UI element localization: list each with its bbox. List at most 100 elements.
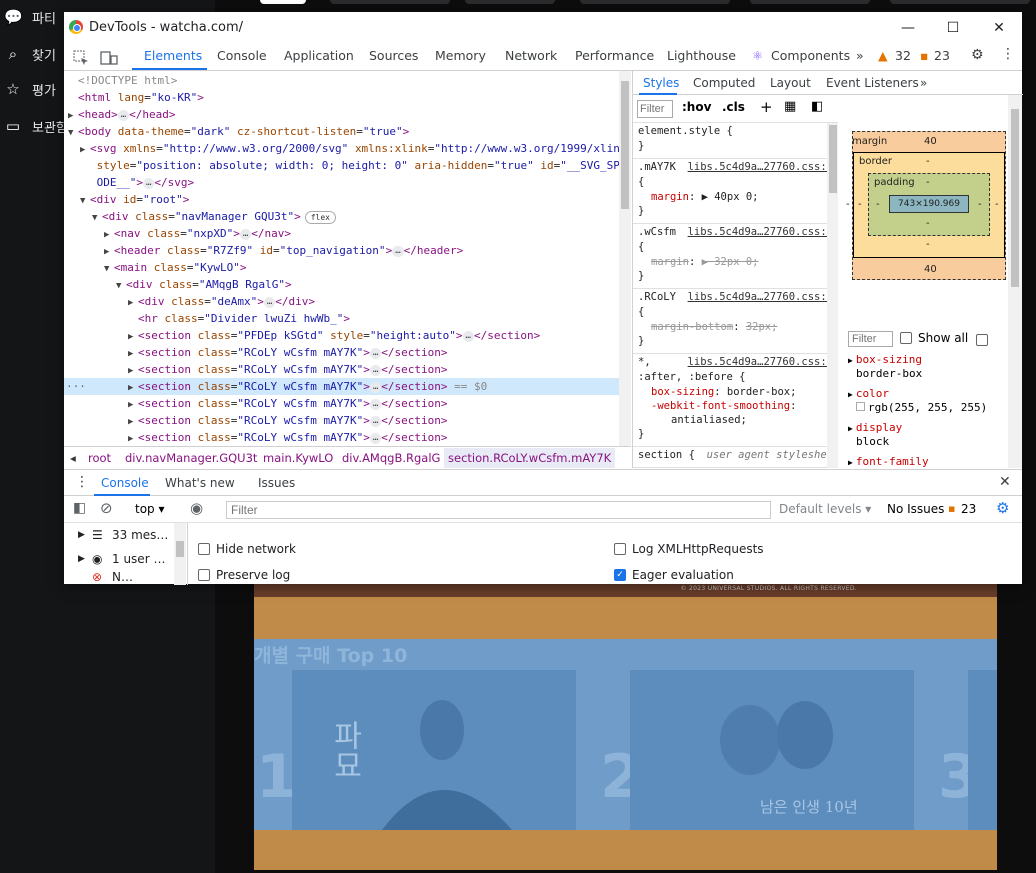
clear-console-icon[interactable]: ⊘ xyxy=(100,499,113,517)
tab-whats-new[interactable]: What's new xyxy=(165,476,235,490)
tab-performance[interactable]: Performance xyxy=(575,48,654,63)
close-drawer-icon[interactable]: ✕ xyxy=(999,474,1011,490)
css-declaration[interactable]: margin-bottom: 32px; xyxy=(651,321,777,333)
title-bar[interactable]: DevTools - watcha.com/ — ☐ ✕ xyxy=(64,12,1022,44)
device-toolbar-icon[interactable] xyxy=(100,50,118,66)
preserve-log-checkbox[interactable]: Preserve log xyxy=(198,568,290,582)
dom-node[interactable]: ▶ <nav class="nxpXD">… </nav> xyxy=(64,225,631,242)
style-rule[interactable]: .wCsfm libs.5c4d9a…27760.css:1 {margin: ▶ … xyxy=(633,226,827,289)
console-filter-input[interactable] xyxy=(226,501,771,519)
sidebar-messages[interactable]: ▶ ☰ 33 mes… xyxy=(78,523,168,547)
rule-selector[interactable]: *, xyxy=(638,356,651,368)
rule-source-link[interactable]: libs.5c4d9a…27760.css:1 xyxy=(688,226,827,238)
cls-button[interactable]: .cls xyxy=(722,100,745,114)
style-rule[interactable]: *, libs.5c4d9a…27760.css:1:after, :before… xyxy=(633,356,827,447)
rule-selector[interactable]: element.style { xyxy=(638,125,733,137)
rule-source-link[interactable]: user agent styleshee xyxy=(707,449,827,461)
margin-bottom-value[interactable]: 40 xyxy=(924,264,937,275)
border-right-value[interactable]: - xyxy=(995,199,999,210)
breadcrumb-item[interactable]: div.AMqgB.RgalG xyxy=(342,451,440,465)
sidebar-errors[interactable]: ⊗ N… xyxy=(78,569,133,585)
border-top-value[interactable]: - xyxy=(926,156,930,167)
sidebar-scrollbar[interactable] xyxy=(174,523,186,585)
tab-components[interactable]: Components xyxy=(771,48,850,63)
no-issues-label[interactable]: No Issues xyxy=(887,502,944,516)
more-options-icon[interactable]: ⋮ xyxy=(1001,46,1015,62)
dom-node[interactable]: ▶ <section class="RCoLY wCsfm mAY7K">… </s… xyxy=(64,344,631,361)
expand-toggle-icon[interactable]: ▶ xyxy=(128,431,138,446)
tab-application[interactable]: Application xyxy=(284,48,354,63)
group-checkbox[interactable] xyxy=(976,334,988,346)
dom-node[interactable]: <html lang="ko-KR"> xyxy=(64,89,631,106)
box-model-content[interactable]: 743×190.969 xyxy=(889,195,969,213)
no-issues-count[interactable]: 23 xyxy=(961,502,976,516)
sidebar-item-party[interactable]: 💬 파티 xyxy=(4,5,56,29)
sidebar-toggle-icon[interactable]: ◧ xyxy=(73,500,86,516)
inspect-element-icon[interactable] xyxy=(73,50,89,66)
margin-top-value[interactable]: 40 xyxy=(924,136,937,147)
computed-scrollbar[interactable] xyxy=(1008,95,1022,468)
tab-computed[interactable]: Computed xyxy=(693,76,755,90)
dom-node[interactable]: ▶ <section class="PFDEp kSGtd" style="hei… xyxy=(64,327,631,344)
breadcrumb-item[interactable]: main.KywLO xyxy=(263,451,333,465)
css-declaration[interactable]: antialiased; xyxy=(671,414,747,426)
tab-styles[interactable]: Styles xyxy=(643,76,679,90)
breadcrumb-scroll-left-icon[interactable]: ◂ xyxy=(70,451,76,465)
warnings-count[interactable]: 32 xyxy=(895,48,911,63)
style-rule[interactable]: section {user agent styleshee xyxy=(633,449,827,468)
dom-node[interactable]: ▶ <section class="RCoLY wCsfm mAY7K">… </s… xyxy=(64,429,631,446)
sidebar-item-rate[interactable]: ☆ 평가 xyxy=(4,77,56,101)
dom-node[interactable]: ▶ <section class="RCoLY wCsfm mAY7K">… </s… xyxy=(64,395,631,412)
dom-node[interactable]: ▼ <div class="AMqgB RgalG"> xyxy=(64,276,631,293)
padding-bottom-value[interactable]: - xyxy=(926,218,930,229)
computed-property-name[interactable]: ▶ color xyxy=(848,387,889,400)
sidebar-user-messages[interactable]: ▶ ◉ 1 user … xyxy=(78,547,165,571)
show-all-checkbox[interactable]: Show all xyxy=(900,331,968,345)
poster-card[interactable] xyxy=(968,670,997,830)
elements-scrollbar[interactable] xyxy=(619,71,631,446)
tab-memory[interactable]: Memory xyxy=(435,48,486,63)
border-left-value[interactable]: - xyxy=(858,199,862,210)
dom-node[interactable]: <hr class="Divider lwuZi hwWb_"> xyxy=(64,310,631,327)
breadcrumb-item-active[interactable]: section.RCoLY.wCsfm.mAY7K xyxy=(444,448,616,468)
drawer-menu-icon[interactable]: ⋮ xyxy=(75,474,89,490)
rule-source-link[interactable]: libs.5c4d9a…27760.css:1 xyxy=(688,356,827,368)
padding-top-value[interactable]: - xyxy=(926,177,930,188)
breadcrumb-item[interactable]: div.navManager.GQU3t xyxy=(125,451,257,465)
dom-node[interactable]: ▼ <body data-theme="dark" cz-shortcut-lis… xyxy=(64,123,631,140)
computed-property-name[interactable]: ▶ font-family xyxy=(848,455,929,468)
tab-layout[interactable]: Layout xyxy=(770,76,811,90)
maximize-button[interactable]: ☐ xyxy=(941,18,965,38)
poster-card[interactable]: 파묘 xyxy=(292,670,576,830)
css-declaration[interactable]: margin: ▶ 40px 0; xyxy=(651,191,759,203)
toggle-sidebar-icon[interactable]: ◧ xyxy=(811,99,823,114)
breadcrumb-item[interactable]: root xyxy=(88,451,111,465)
dom-node[interactable]: ▶ <section class="RCoLY wCsfm mAY7K">… </s… xyxy=(64,361,631,378)
tab-lighthouse[interactable]: Lighthouse xyxy=(667,48,736,63)
tab-event-listeners[interactable]: Event Listeners xyxy=(826,76,919,90)
settings-gear-icon[interactable]: ⚙ xyxy=(971,47,984,63)
issues-count[interactable]: 23 xyxy=(934,48,950,63)
dom-node-selected[interactable]: ··· ▶ <section class="RCoLY wCsfm mAY7K">…… xyxy=(64,378,631,395)
hov-button[interactable]: :hov xyxy=(682,100,711,114)
tab-issues[interactable]: Issues xyxy=(258,476,295,490)
style-rule[interactable]: .mAY7K libs.5c4d9a…27760.css:1 {margin: ▶ … xyxy=(633,161,827,224)
computed-property-name[interactable]: ▶ display xyxy=(848,421,902,434)
more-style-tabs-button[interactable]: » xyxy=(920,76,927,90)
more-tabs-button[interactable]: » xyxy=(856,48,864,63)
style-rule[interactable]: .RCoLY libs.5c4d9a…27760.css:1 {margin-bot… xyxy=(633,291,827,354)
dom-node[interactable]: ▶ <div class="deAmx">… </div> xyxy=(64,293,631,310)
border-bottom-value[interactable]: - xyxy=(926,239,930,250)
rule-source-link[interactable]: libs.5c4d9a…27760.css:1 xyxy=(688,291,827,303)
dom-node[interactable]: ▶ <head>… </head> xyxy=(64,106,631,123)
style-rules[interactable]: element.style {} .mAY7K libs.5c4d9a…27760.… xyxy=(633,123,827,468)
rule-selector[interactable]: .wCsfm xyxy=(638,226,676,238)
computed-filter-input[interactable] xyxy=(848,331,893,347)
rule-selector[interactable]: .RCoLY xyxy=(638,291,676,303)
rule-source-link[interactable]: libs.5c4d9a…27760.css:1 xyxy=(688,161,827,173)
tab-console-drawer[interactable]: Console xyxy=(101,476,149,490)
dom-node[interactable]: ▶ <header class="R7Zf9" id="top_navigatio… xyxy=(64,242,631,259)
css-declaration[interactable]: box-sizing: border-box; xyxy=(651,386,796,398)
log-xhr-checkbox[interactable]: Log XMLHttpRequests xyxy=(614,542,764,556)
paint-icon[interactable]: ▦ xyxy=(784,99,796,114)
